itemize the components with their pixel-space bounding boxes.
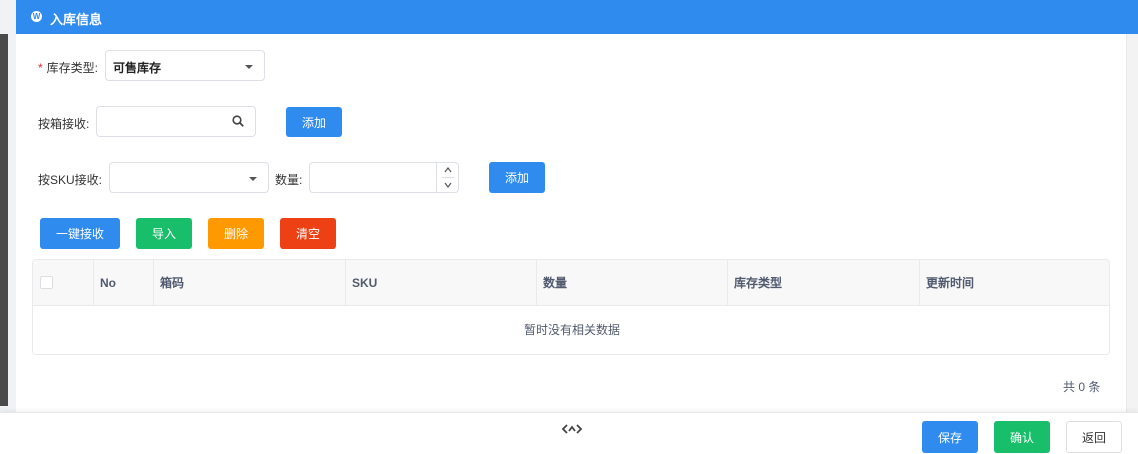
save-button[interactable]: 保存 [922, 421, 978, 453]
select-all-checkbox[interactable] [40, 276, 53, 289]
back-button[interactable]: 返回 [1066, 421, 1122, 453]
left-sidebar-edge [0, 0, 16, 454]
delete-button[interactable]: 删除 [208, 218, 264, 249]
stock-type-label: * 库存类型: [38, 59, 98, 76]
search-icon[interactable] [232, 115, 244, 127]
one-click-receive-button[interactable]: 一键接收 [40, 218, 120, 249]
empty-state-text: 暂时没有相关数据 [523, 323, 620, 337]
chevron-down-icon[interactable] [442, 178, 454, 193]
column-header-quantity[interactable]: 数量 [537, 260, 728, 306]
total-count: 共 0 条 [1063, 380, 1101, 394]
inbound-table: No 箱码 SKU 数量 库存类型 更新时间 暂时没有相关数据 [32, 259, 1110, 355]
sku-add-button[interactable]: 添加 [489, 162, 545, 193]
footer-bar: 保存 确认 返回 [0, 412, 1138, 454]
box-code-input[interactable] [96, 106, 256, 137]
confirm-button[interactable]: 确认 [994, 421, 1050, 453]
required-mark: * [38, 61, 43, 75]
chevron-up-icon[interactable] [442, 163, 454, 178]
column-header-sku[interactable]: SKU [346, 260, 537, 306]
page: W 入库信息 * 库存类型: 可售库存 按箱接收: 添加 按SKU接收: 数量: … [0, 0, 1138, 454]
card-header: W 入库信息 [16, 0, 1127, 34]
wordpress-icon: W [31, 11, 42, 22]
sku-select[interactable] [109, 162, 269, 193]
column-header-stock-type[interactable]: 库存类型 [728, 260, 920, 306]
box-receive-label: 按箱接收: [38, 117, 90, 131]
column-header-update-time[interactable]: 更新时间 [920, 260, 1109, 306]
box-add-button[interactable]: 添加 [286, 107, 342, 137]
caret-down-icon [249, 177, 257, 181]
table-header: No 箱码 SKU 数量 库存类型 更新时间 [33, 260, 1109, 306]
quantity-label: 数量: [275, 173, 303, 187]
clear-button[interactable]: 清空 [280, 218, 336, 249]
quantity-input[interactable] [309, 162, 459, 193]
stock-type-select[interactable]: 可售库存 [105, 50, 265, 81]
quantity-stepper[interactable] [436, 163, 458, 193]
stock-type-value: 可售库存 [113, 61, 162, 75]
import-button[interactable]: 导入 [136, 218, 192, 249]
stock-type-label-text: 库存类型: [46, 61, 99, 75]
column-header-box-code[interactable]: 箱码 [154, 260, 346, 306]
card-title: 入库信息 [50, 12, 103, 27]
select-all-cell [33, 260, 94, 306]
collapse-toggle-icon[interactable] [561, 422, 583, 436]
caret-down-icon [245, 65, 253, 69]
column-header-no[interactable]: No [94, 260, 154, 306]
vertical-scrollbar[interactable] [1127, 0, 1138, 454]
sku-receive-label: 按SKU接收: [38, 173, 103, 187]
